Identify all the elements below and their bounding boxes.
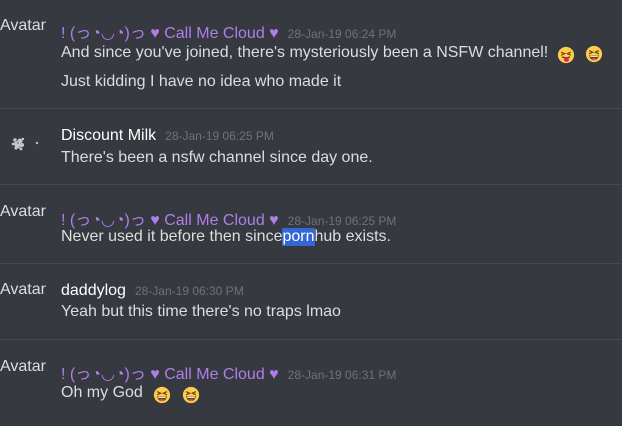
grinning-squint-emoji [586,45,603,63]
message-text: Yeah but this time there's no traps lmao [61,303,341,320]
message-text: And since you've joined, there's mysteri… [61,42,603,64]
message-divider [0,184,622,185]
timestamp: 28-Jan-19 06:25 PM [165,129,274,143]
avatar[interactable] [6,126,42,162]
avatar[interactable]: Avatar [0,358,46,376]
username[interactable]: ! (っ◔◡◔)っ ♥ Call Me Cloud ♥ [61,19,279,43]
avatar[interactable]: Avatar [0,281,46,299]
message-header: ! (っ◔◡◔)っ ♥ Call Me Cloud ♥ 28-Jan-19 06… [61,206,396,230]
grinning-squint-emoji [182,386,199,404]
username[interactable]: Discount Milk [61,127,156,145]
message-header: Discount Milk 28-Jan-19 06:25 PM [61,127,274,145]
message-header: ! (っ◔◡◔)っ ♥ Call Me Cloud ♥ 28-Jan-19 06… [61,19,396,43]
text-selection: porn [282,228,315,246]
grinning-squint-emoji [153,386,170,404]
message-text: There's been a nsfw channel since day on… [61,149,373,166]
message-text: Just kidding I have no idea who made it [61,73,342,90]
tongue-wink-emoji [558,46,575,64]
message-text: Never used it before then since porn hub … [61,228,391,246]
timestamp: 28-Jan-19 06:25 PM [287,214,397,228]
message-header: ! (っ◔◡◔)っ ♥ Call Me Cloud ♥ 28-Jan-19 06… [61,360,396,384]
avatar[interactable]: Avatar [0,17,46,35]
timestamp: 28-Jan-19 06:24 PM [287,27,397,41]
message-divider [0,263,622,264]
username[interactable]: ! (っ◔◡◔)っ ♥ Call Me Cloud ♥ [61,206,279,230]
message-text: Oh my God [61,382,200,404]
username[interactable]: daddylog [61,282,126,300]
message-divider [0,108,622,109]
timestamp: 28-Jan-19 06:31 PM [287,368,397,382]
message-divider [0,339,622,340]
avatar[interactable]: Avatar [0,203,46,221]
timestamp: 28-Jan-19 06:30 PM [134,284,244,298]
username[interactable]: ! (っ◔◡◔)っ ♥ Call Me Cloud ♥ [61,360,279,384]
chat-log: Avatar ! (っ◔◡◔)っ ♥ Call Me Cloud ♥ 28-Ja… [0,0,622,426]
message-header: daddylog 28-Jan-19 06:30 PM [61,282,244,300]
